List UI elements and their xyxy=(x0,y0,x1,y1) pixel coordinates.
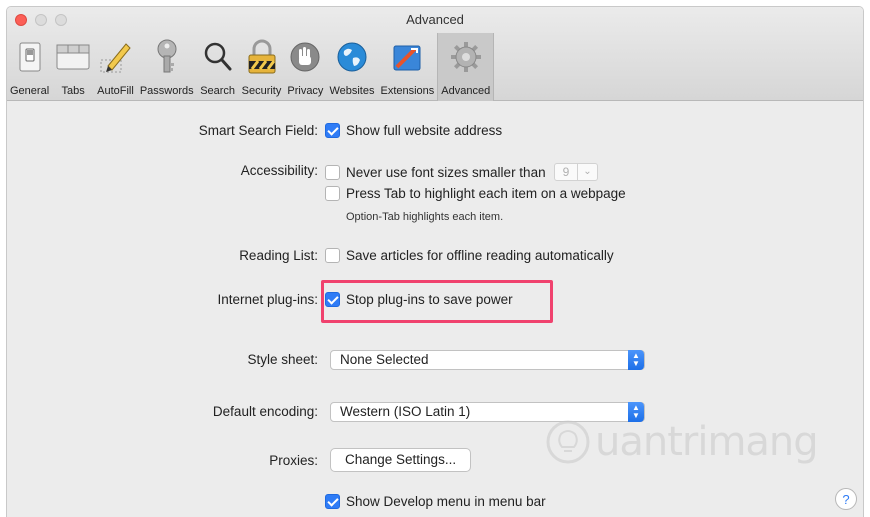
updown-arrows-icon: ▲ ▼ xyxy=(628,350,644,370)
tab-websites[interactable]: Websites xyxy=(326,33,377,101)
develop-menu-checkbox[interactable] xyxy=(325,494,340,509)
tab-passwords[interactable]: Passwords xyxy=(137,33,197,101)
default-encoding-label: Default encoding: xyxy=(212,404,318,419)
style-sheet-popup[interactable]: None Selected ▲ ▼ xyxy=(330,350,645,370)
min-font-size-label: Never use font sizes smaller than xyxy=(346,164,546,180)
press-tab-checkbox[interactable] xyxy=(325,186,340,201)
tab-passwords-label: Passwords xyxy=(139,85,194,97)
style-sheet-value: None Selected xyxy=(340,352,429,367)
smart-search-field-label: Smart Search Field: xyxy=(198,123,318,138)
tab-extensions[interactable]: Extensions xyxy=(377,33,437,101)
tabs-icon xyxy=(55,37,91,77)
internet-plugins-label: Internet plug-ins: xyxy=(217,292,318,307)
tab-search-label: Search xyxy=(200,85,236,97)
toolbar: Advanced General Tabs AutoFill Passwords… xyxy=(7,7,863,101)
offline-reading-row[interactable]: Save articles for offline reading automa… xyxy=(325,248,614,263)
proxies-label: Proxies: xyxy=(269,453,318,468)
develop-menu-row[interactable]: Show Develop menu in menu bar xyxy=(325,494,546,509)
accessibility-label: Accessibility: xyxy=(240,163,318,178)
help-button[interactable]: ? xyxy=(835,488,857,510)
default-encoding-value: Western (ISO Latin 1) xyxy=(340,404,471,419)
style-sheet-label: Style sheet: xyxy=(247,352,318,367)
show-full-address-row[interactable]: Show full website address xyxy=(325,123,502,138)
tab-security[interactable]: Security xyxy=(239,33,285,101)
tab-search[interactable]: Search xyxy=(197,33,239,101)
window-title: Advanced xyxy=(406,12,464,27)
show-full-address-checkbox[interactable] xyxy=(325,123,340,138)
magnifier-icon xyxy=(200,37,236,77)
watermark-logo: uantrimang xyxy=(545,419,819,465)
show-full-address-label: Show full website address xyxy=(346,123,503,138)
preference-tabs: General Tabs AutoFill Passwords Search S… xyxy=(7,33,495,101)
min-font-size-row[interactable]: Never use font sizes smaller than 9 ⌄ xyxy=(325,163,598,181)
pencil-icon xyxy=(97,37,133,77)
padlock-icon xyxy=(244,37,280,77)
stop-plugins-label: Stop plug-ins to save power xyxy=(346,292,513,307)
min-font-size-checkbox[interactable] xyxy=(325,164,340,180)
develop-menu-label: Show Develop menu in menu bar xyxy=(346,494,546,509)
tab-general[interactable]: General xyxy=(7,33,52,101)
tab-general-label: General xyxy=(10,85,50,97)
offline-reading-checkbox[interactable] xyxy=(325,248,340,263)
press-tab-row[interactable]: Press Tab to highlight each item on a we… xyxy=(325,186,626,201)
stop-plugins-row[interactable]: Stop plug-ins to save power xyxy=(325,292,513,307)
change-settings-button[interactable]: Change Settings... xyxy=(330,448,472,472)
lightbulb-icon xyxy=(546,420,590,464)
tab-extensions-label: Extensions xyxy=(380,85,435,97)
tab-autofill-label: AutoFill xyxy=(97,85,134,97)
preferences-window: Advanced General Tabs AutoFill Passwords… xyxy=(6,6,864,517)
chevron-down-icon: ⌄ xyxy=(583,166,592,177)
min-font-size-select[interactable]: 9 ⌄ xyxy=(553,163,598,181)
tab-tabs[interactable]: Tabs xyxy=(52,33,94,101)
hand-icon xyxy=(287,37,323,77)
tab-advanced[interactable]: Advanced xyxy=(437,33,495,101)
gear-icon xyxy=(448,37,484,77)
tab-autofill[interactable]: AutoFill xyxy=(94,33,137,101)
advanced-settings-pane: Smart Search Field: Show full website ad… xyxy=(7,102,863,517)
tab-privacy[interactable]: Privacy xyxy=(284,33,326,101)
tab-privacy-label: Privacy xyxy=(287,85,324,97)
general-switch-icon xyxy=(12,37,48,77)
tab-websites-label: Websites xyxy=(329,85,375,97)
stop-plugins-checkbox[interactable] xyxy=(325,292,340,307)
min-font-size-value: 9 xyxy=(555,164,579,180)
globe-icon xyxy=(334,37,370,77)
press-tab-label: Press Tab to highlight each item on a we… xyxy=(346,186,626,201)
key-icon xyxy=(149,37,185,77)
offline-reading-label: Save articles for offline reading automa… xyxy=(346,248,614,263)
watermark-text: uantrimang xyxy=(595,419,819,465)
tab-security-label: Security xyxy=(241,85,282,97)
puzzle-icon xyxy=(389,37,425,77)
tab-tabs-label: Tabs xyxy=(61,85,85,97)
option-tab-note: Option-Tab highlights each item. xyxy=(346,211,504,223)
tab-advanced-label: Advanced xyxy=(441,85,491,97)
reading-list-label: Reading List: xyxy=(239,248,318,263)
